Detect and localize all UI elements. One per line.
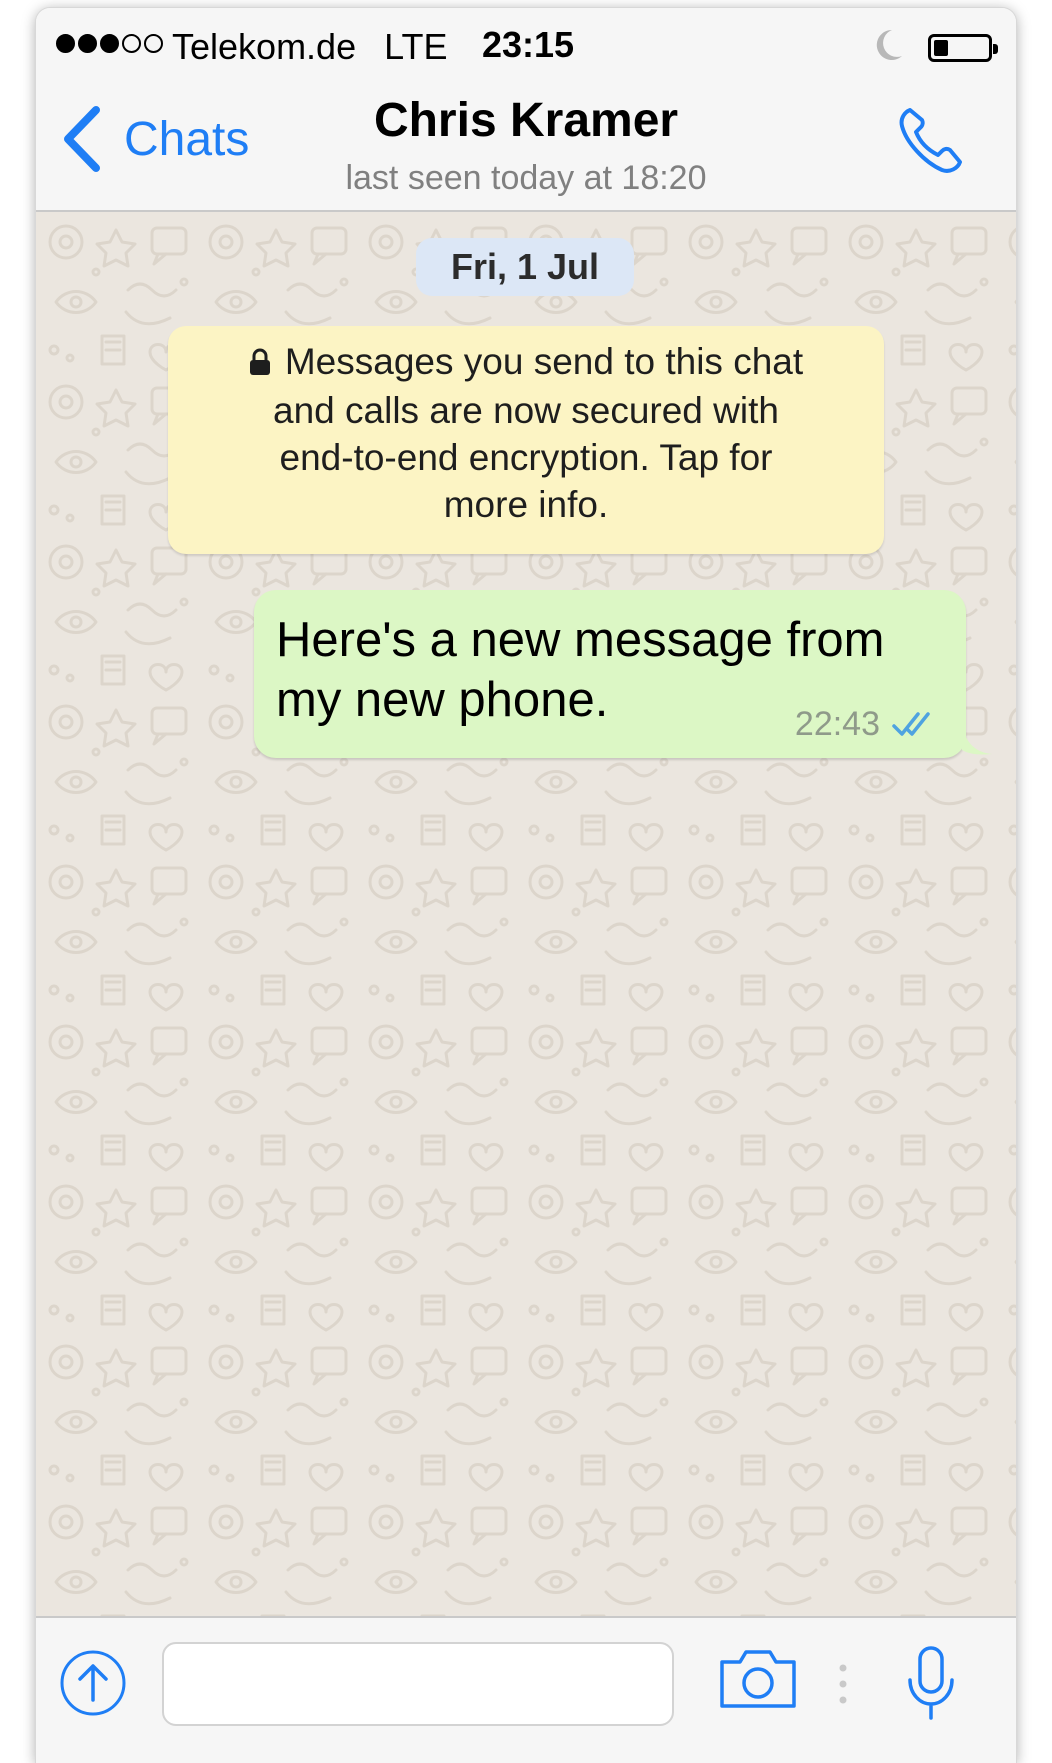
message-time: 22:43 — [794, 705, 880, 743]
network-type: LTE — [384, 26, 448, 67]
contact-header[interactable]: Chris Kramer last seen today at 18:20 — [36, 92, 1016, 200]
phone-screen: Telekom.de LTE 23:15 Chats Chris Kramer l… — [36, 8, 1016, 1763]
lock-icon — [249, 340, 271, 387]
notice-line-2: and calls are now secured with — [273, 390, 779, 431]
notice-line-3: end-to-end encryption. Tap for — [279, 437, 773, 478]
encryption-notice[interactable]: Messages you send to this chat and calls… — [168, 326, 884, 554]
message-meta: 22:43 — [795, 705, 936, 744]
call-button[interactable] — [896, 104, 968, 181]
carrier-name: Telekom.de — [172, 26, 357, 67]
input-bar — [36, 1616, 1016, 1763]
mic-icon — [908, 1646, 954, 1720]
notice-line-4: more info. — [443, 484, 609, 525]
attach-button[interactable] — [58, 1648, 128, 1723]
signal-dot — [122, 34, 141, 53]
message-list[interactable]: Fri, 1 Jul Messages you send to this cha… — [36, 212, 1016, 1616]
status-time: 23:15 — [482, 24, 575, 65]
status-bar: Telekom.de LTE 23:15 — [36, 8, 1016, 86]
date-separator: Fri, 1 Jul — [416, 238, 634, 296]
contact-name: Chris Kramer — [373, 94, 679, 147]
battery-nub — [993, 44, 998, 54]
message-input[interactable] — [162, 1642, 674, 1726]
voice-record-button[interactable] — [904, 1644, 958, 1729]
signal-strength-icon — [56, 34, 163, 53]
signal-dot — [56, 34, 75, 53]
carrier-info: Telekom.de LTE — [172, 26, 475, 68]
more-dots-icon — [839, 1664, 847, 1704]
message-line-1: Here's a new message from — [276, 613, 885, 667]
outgoing-message-bubble[interactable]: Here's a new message from my new phone. … — [254, 590, 992, 758]
upload-icon — [60, 1650, 126, 1716]
signal-dot — [100, 34, 119, 53]
battery-fill — [934, 40, 948, 56]
notice-line-1: Messages you send to this chat — [188, 338, 864, 387]
chat-header: Chats Chris Kramer last seen today at 18… — [36, 86, 1016, 212]
signal-dot — [78, 34, 97, 53]
signal-dot — [144, 34, 163, 53]
battery-icon — [928, 34, 998, 62]
double-check-icon — [892, 711, 930, 736]
bubble-tail — [962, 726, 992, 755]
last-seen-status: last seen today at 18:20 — [345, 159, 707, 197]
notice-text: Messages you send to this chat — [284, 341, 804, 382]
phone-icon — [899, 108, 962, 173]
camera-button[interactable] — [718, 1648, 798, 1715]
camera-icon — [720, 1650, 796, 1708]
moon-icon — [874, 28, 904, 67]
